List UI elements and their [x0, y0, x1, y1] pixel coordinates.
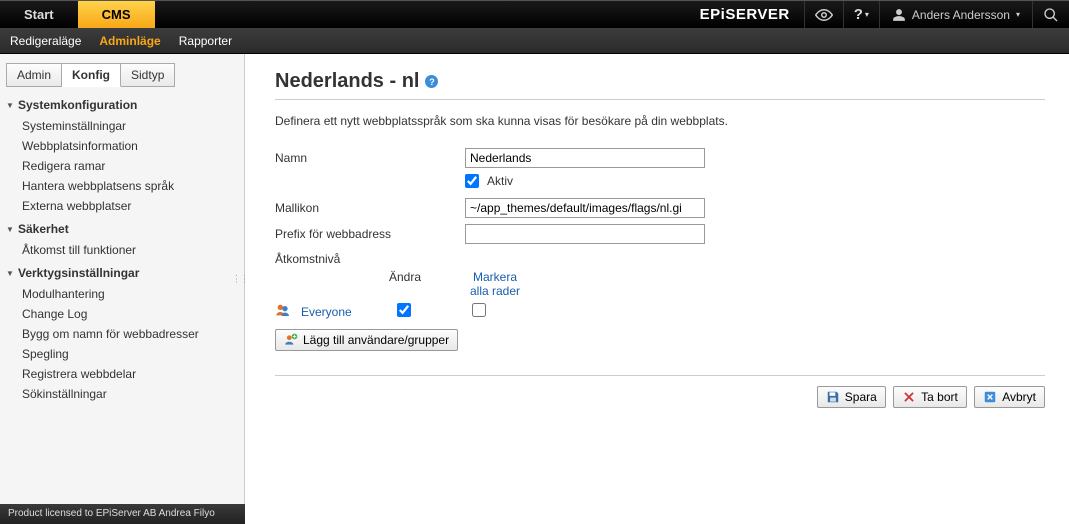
access-row: Everyone: [275, 302, 1045, 321]
sidebar-item-sok[interactable]: Sökinställningar: [0, 384, 244, 404]
sidebar-tab-admin[interactable]: Admin: [6, 63, 62, 87]
sidebar-group-sakerhet[interactable]: Säkerhet: [0, 216, 244, 240]
sidebar-item-changelog[interactable]: Change Log: [0, 304, 244, 324]
access-row-mark-checkbox[interactable]: [472, 303, 486, 317]
help-badge-icon[interactable]: ?: [425, 75, 438, 88]
sidebar-item-modul[interactable]: Modulhantering: [0, 284, 244, 304]
help-icon[interactable]: ?▾: [843, 1, 879, 28]
icon-label: Mallikon: [275, 201, 465, 215]
access-col-markall[interactable]: Markera alla rader: [465, 270, 525, 298]
add-user-icon: [284, 333, 298, 347]
icon-input[interactable]: [465, 198, 705, 218]
active-label: Aktiv: [487, 174, 513, 188]
add-users-label: Lägg till användare/grupper: [303, 333, 449, 347]
top-tab-cms[interactable]: CMS: [78, 1, 155, 28]
cancel-icon: [983, 390, 997, 404]
prefix-input[interactable]: [465, 224, 705, 244]
splitter-handle[interactable]: ⋮⋮: [232, 274, 248, 285]
cancel-button[interactable]: Avbryt: [974, 386, 1045, 408]
delete-icon: [902, 390, 916, 404]
sidebar-tabs: Admin Konfig Sidtyp: [0, 62, 244, 86]
top-tabs: Start CMS: [0, 1, 155, 28]
sidebar-item-webbplatsinfo[interactable]: Webbplatsinformation: [0, 136, 244, 156]
secondary-bar: Redigeraläge Adminläge Rapporter: [0, 28, 1069, 54]
page-title-text: Nederlands - nl: [275, 70, 419, 93]
divider: [275, 99, 1045, 100]
access-row-change-checkbox[interactable]: [397, 303, 411, 317]
brand-logo: EPiSERVER: [686, 1, 804, 28]
cancel-label: Avbryt: [1002, 390, 1036, 404]
access-header: Ändra Markera alla rader: [375, 270, 1045, 298]
top-bar: Start CMS EPiSERVER ?▾ Anders Andersson …: [0, 0, 1069, 28]
sidebar-group-verktyg[interactable]: Verktygsinställningar: [0, 260, 244, 284]
sidebar-group-systemkonfig[interactable]: Systemkonfiguration: [0, 92, 244, 116]
save-label: Spara: [845, 390, 877, 404]
page-title: Nederlands - nl ?: [275, 70, 1045, 93]
access-label: Åtkomstnivå: [275, 252, 1045, 266]
secbar-admin[interactable]: Adminläge: [99, 34, 160, 48]
name-label: Namn: [275, 151, 465, 165]
user-menu[interactable]: Anders Andersson ▾: [879, 1, 1032, 28]
sidebar-item-registrera[interactable]: Registrera webbdelar: [0, 364, 244, 384]
users-icon: [275, 302, 291, 321]
sidebar-tab-sidtyp[interactable]: Sidtyp: [121, 63, 175, 87]
access-col-change: Ändra: [375, 270, 435, 298]
sidebar-item-byggom[interactable]: Bygg om namn för webbadresser: [0, 324, 244, 344]
main-content: Nederlands - nl ? Definera ett nytt webb…: [245, 54, 1069, 504]
delete-label: Ta bort: [921, 390, 958, 404]
footer-license: Product licensed to EPiServer AB Andrea …: [0, 504, 245, 524]
action-bar: Spara Ta bort Avbryt: [275, 375, 1045, 408]
top-tab-start[interactable]: Start: [0, 1, 78, 28]
user-name: Anders Andersson: [912, 8, 1010, 22]
delete-button[interactable]: Ta bort: [893, 386, 967, 408]
eye-icon[interactable]: [804, 1, 843, 28]
access-row-name[interactable]: Everyone: [301, 305, 371, 319]
active-checkbox[interactable]: [465, 174, 479, 188]
secbar-edit[interactable]: Redigeraläge: [10, 34, 81, 48]
sidebar-item-systeminstallningar[interactable]: Systeminställningar: [0, 116, 244, 136]
secbar-reports[interactable]: Rapporter: [179, 34, 232, 48]
save-icon: [826, 390, 840, 404]
name-input[interactable]: [465, 148, 705, 168]
prefix-label: Prefix för webbadress: [275, 227, 465, 241]
page-description: Definera ett nytt webbplatsspråk som ska…: [275, 114, 1045, 128]
sidebar-item-hantera-sprak[interactable]: Hantera webbplatsens språk: [0, 176, 244, 196]
sidebar-item-redigera-ramar[interactable]: Redigera ramar: [0, 156, 244, 176]
sidebar: Admin Konfig Sidtyp Systemkonfiguration …: [0, 54, 245, 504]
sidebar-item-atkomst[interactable]: Åtkomst till funktioner: [0, 240, 244, 260]
sidebar-item-spegling[interactable]: Spegling: [0, 344, 244, 364]
search-icon[interactable]: [1032, 1, 1069, 28]
sidebar-item-externa[interactable]: Externa webbplatser: [0, 196, 244, 216]
sidebar-tab-konfig[interactable]: Konfig: [62, 63, 121, 87]
add-users-button[interactable]: Lägg till användare/grupper: [275, 329, 458, 351]
save-button[interactable]: Spara: [817, 386, 886, 408]
